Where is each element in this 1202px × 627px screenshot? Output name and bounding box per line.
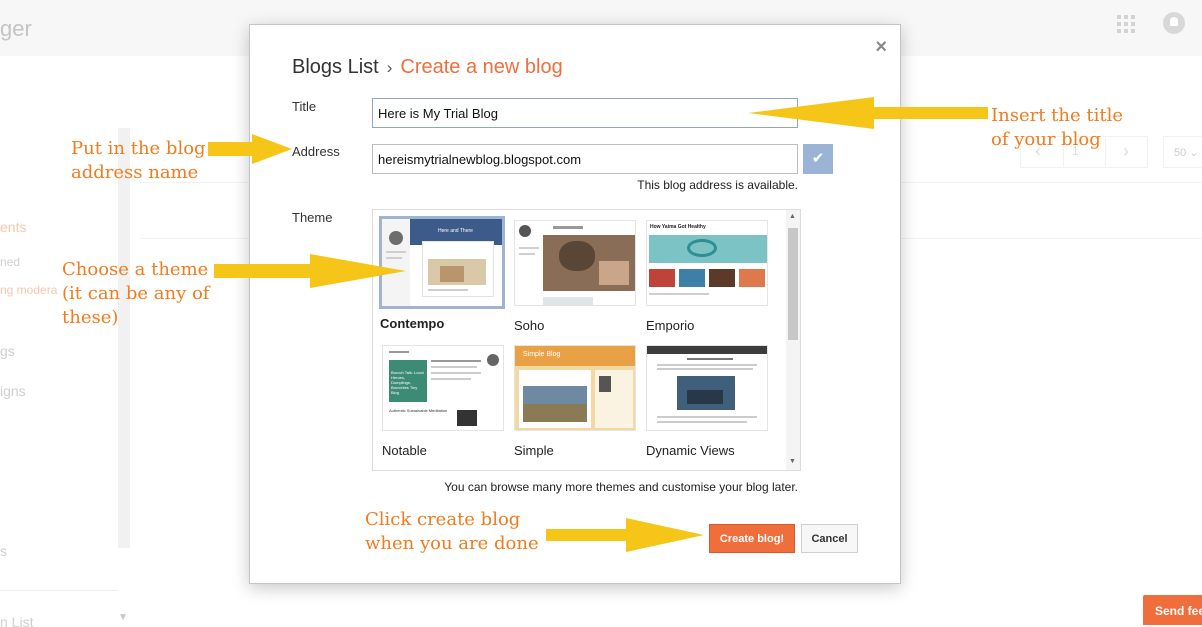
sidebar-scrollbar[interactable] [118,128,130,548]
annotation-line: address name [71,162,199,183]
thumb-header-text: Here and There [438,228,473,234]
next-page-icon[interactable]: › [1123,141,1129,162]
scrollbar-thumb[interactable] [788,228,798,340]
thumb-header-text: How Yaima Got Healthy [650,224,706,230]
title-label: Title [292,99,317,114]
theme-picker: Here and There Contempo Soho How Yaima G… [372,209,801,471]
arrow-left-icon [748,97,988,129]
sidebar-item-stats[interactable]: gs [0,343,15,359]
theme-list-scrollbar[interactable]: ▲ ▼ [786,210,800,470]
theme-name: Emporio [646,318,695,333]
address-input[interactable] [372,144,798,174]
address-available-check-icon: ✔ [803,144,833,174]
breadcrumb: Blogs List › Create a new blog [292,56,563,79]
dialog-title: Create a new blog [400,56,563,78]
annotation-title-hint: Insert the title of your blog [991,104,1123,152]
thumb-feature-text: Brunch Talk: Local Heroes, Dumplings, Br… [391,370,424,395]
sidebar-item-comments[interactable]: ents [0,219,26,235]
theme-name: Simple [514,443,554,458]
arrow-right-icon [214,254,406,288]
title-input[interactable] [372,98,798,128]
arrow-right-icon [208,134,292,164]
sidebar-item-campaigns[interactable]: igns [0,383,26,399]
theme-name: Contempo [380,316,445,331]
sidebar-divider [0,590,118,591]
annotation-address-hint: Put in the blog address name [71,137,206,185]
annotation-line: Choose a theme [62,259,209,280]
theme-label: Theme [292,210,333,225]
thumb-subtitle-text: Authentic Sustainable Meditation [389,408,448,413]
apps-grid-icon[interactable] [1117,15,1135,33]
notifications-bell-icon[interactable] [1163,12,1185,34]
annotation-line: Put in the blog [71,138,206,159]
browse-themes-note: You can browse many more themes and cust… [444,480,798,494]
theme-thumbnail: How Yaima Got Healthy [646,220,768,306]
cancel-button[interactable]: Cancel [801,524,858,553]
theme-thumbnail [646,345,768,431]
create-blog-button[interactable]: Create blog! [709,524,795,553]
app-logo: ger [0,16,32,41]
sidebar-item-published[interactable]: ned [0,255,20,269]
thumb-header-text: Simple Blog [523,351,561,358]
scroll-up-arrow-icon[interactable]: ▲ [789,213,796,220]
scroll-down-arrow-icon[interactable]: ▼ [789,458,796,465]
send-feedback-button[interactable]: Send feedback [1143,595,1202,625]
annotation-theme-hint: Choose a theme (it can be any of these) [62,258,209,330]
theme-thumbnail: Simple Blog [514,345,636,431]
close-icon[interactable]: × [875,36,887,59]
annotation-line: (it can be any of [62,283,210,304]
availability-message: This blog address is available. [637,178,798,192]
theme-thumbnail: Brunch Talk: Local Heroes, Dumplings, Br… [382,345,504,431]
arrow-right-icon [546,518,704,552]
theme-thumbnail [514,220,636,306]
breadcrumb-blogs-list[interactable]: Blogs List [292,56,379,78]
address-label: Address [292,144,340,159]
annotation-line: Insert the title [991,105,1123,126]
theme-name: Soho [514,318,545,333]
sidebar-item-settings[interactable]: s [0,543,7,559]
per-page-select[interactable]: 50 ⌄ [1163,136,1202,168]
annotation-line: of your blog [991,129,1101,150]
sidebar-item-awaiting-moderation[interactable]: ng modera [0,283,57,297]
annotation-line: these) [62,307,119,328]
annotation-line: when you are done [365,533,539,554]
annotation-create-hint: Click create blog when you are done [365,508,539,556]
sidebar-item-reading-list[interactable]: n List [0,614,33,627]
scroll-down-arrow-icon[interactable]: ▼ [118,612,128,623]
theme-name: Dynamic Views [646,443,735,458]
annotation-line: Click create blog [365,509,521,530]
breadcrumb-separator: › [386,58,393,77]
theme-name: Notable [382,443,427,458]
